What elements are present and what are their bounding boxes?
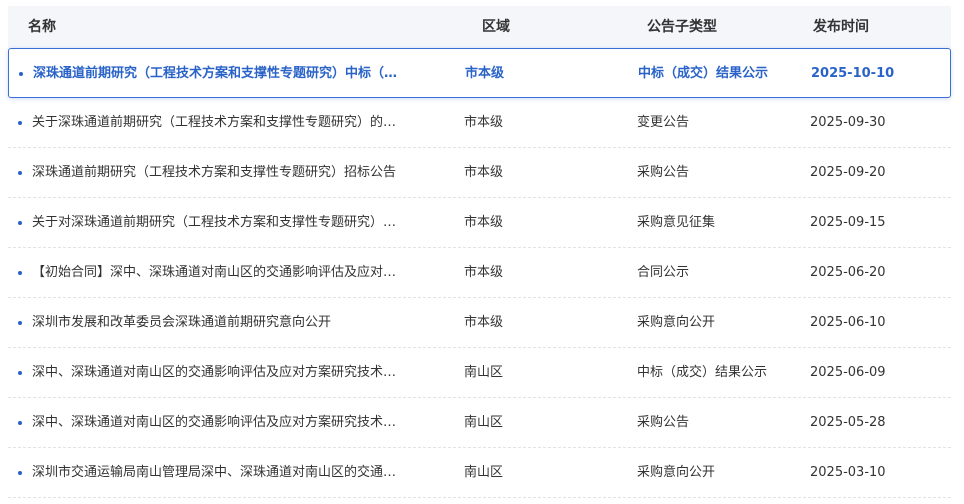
row-date: 2025-06-10 (810, 315, 886, 330)
row-region: 市本级 (464, 115, 504, 130)
table-row[interactable]: 深圳市发展和改革委员会深珠通道前期研究意向公开 市本级 采购意向公开 2025-… (8, 298, 951, 348)
row-title[interactable]: 深圳市交通运输局南山管理局深中、深珠通道对南山区的交通… (32, 464, 437, 482)
table-row[interactable]: 深中、深珠通道对南山区的交通影响评估及应对方案研究技术… 南山区 中标（成交）结… (8, 348, 951, 398)
row-region: 南山区 (464, 465, 504, 480)
row-type: 采购意向公开 (637, 465, 716, 480)
row-region: 市本级 (464, 265, 504, 280)
table-row[interactable]: 关于深珠通道前期研究（工程技术方案和支撑性专题研究）的… 市本级 变更公告 20… (8, 98, 951, 148)
row-type: 合同公示 (637, 265, 690, 280)
row-date: 2025-09-20 (810, 165, 886, 180)
table-row[interactable]: 深中、深珠通道对南山区的交通影响评估及应对方案研究技术… 南山区 采购公告 20… (8, 398, 951, 448)
row-type: 变更公告 (637, 115, 690, 130)
row-title[interactable]: 深圳市发展和改革委员会深珠通道前期研究意向公开 (32, 314, 437, 332)
row-region: 市本级 (464, 315, 504, 330)
bullet-icon (18, 221, 22, 225)
row-region: 南山区 (464, 415, 504, 430)
bullet-icon (18, 271, 22, 275)
row-type: 中标（成交）结果公示 (637, 365, 768, 380)
row-title[interactable]: 深珠通道前期研究（工程技术方案和支撑性专题研究）招标公告 (32, 164, 437, 182)
row-region: 市本级 (465, 66, 505, 81)
announcement-table: 名称 区域 公告子类型 发布时间 深珠通道前期研究（工程技术方案和支撑性专题研究… (0, 0, 964, 504)
row-region: 南山区 (464, 365, 504, 380)
bullet-icon (19, 72, 23, 76)
row-type: 采购公告 (637, 165, 690, 180)
table-row[interactable]: 【初始合同】深中、深珠通道对南山区的交通影响评估及应对… 市本级 合同公示 20… (8, 248, 951, 298)
row-title[interactable]: 关于深珠通道前期研究（工程技术方案和支撑性专题研究）的… (32, 114, 437, 132)
table-row[interactable]: 关于对深珠通道前期研究（工程技术方案和支撑性专题研究）… 市本级 采购意见征集 … (8, 198, 951, 248)
row-title[interactable]: 关于对深珠通道前期研究（工程技术方案和支撑性专题研究）… (32, 214, 437, 232)
table-row[interactable]: 深珠通道前期研究（工程技术方案和支撑性专题研究）中标（… 市本级 中标（成交）结… (8, 48, 951, 98)
row-region: 市本级 (464, 165, 504, 180)
column-header-type: 公告子类型 (647, 19, 717, 35)
row-title[interactable]: 深中、深珠通道对南山区的交通影响评估及应对方案研究技术… (32, 364, 437, 382)
row-title[interactable]: 【初始合同】深中、深珠通道对南山区的交通影响评估及应对… (32, 264, 437, 282)
column-header-region: 区域 (482, 19, 510, 35)
column-header-date: 发布时间 (813, 19, 869, 35)
table-row[interactable]: 深圳市交通运输局南山管理局深中、深珠通道对南山区的交通… 南山区 采购意向公开 … (8, 448, 951, 498)
bullet-icon (18, 121, 22, 125)
row-title[interactable]: 深中、深珠通道对南山区的交通影响评估及应对方案研究技术… (32, 414, 437, 432)
row-type: 采购意向公开 (637, 315, 716, 330)
row-type: 采购公告 (637, 415, 690, 430)
bullet-icon (18, 421, 22, 425)
row-date: 2025-03-10 (810, 465, 886, 480)
row-region: 市本级 (464, 215, 504, 230)
table-row[interactable]: 深珠通道前期研究（工程技术方案和支撑性专题研究）招标公告 市本级 采购公告 20… (8, 148, 951, 198)
row-type: 中标（成交）结果公示 (638, 66, 769, 81)
column-header-name: 名称 (28, 19, 56, 35)
row-date: 2025-06-20 (810, 265, 886, 280)
bullet-icon (18, 471, 22, 475)
row-date: 2025-10-10 (811, 66, 895, 81)
row-date: 2025-09-30 (810, 115, 886, 130)
row-title[interactable]: 深珠通道前期研究（工程技术方案和支撑性专题研究）中标（… (33, 65, 438, 83)
table-header: 名称 区域 公告子类型 发布时间 (8, 6, 951, 48)
bullet-icon (18, 321, 22, 325)
bullet-icon (18, 371, 22, 375)
row-date: 2025-05-28 (810, 415, 886, 430)
bullet-icon (18, 171, 22, 175)
row-date: 2025-06-09 (810, 365, 886, 380)
row-type: 采购意见征集 (637, 215, 716, 230)
row-date: 2025-09-15 (810, 215, 886, 230)
